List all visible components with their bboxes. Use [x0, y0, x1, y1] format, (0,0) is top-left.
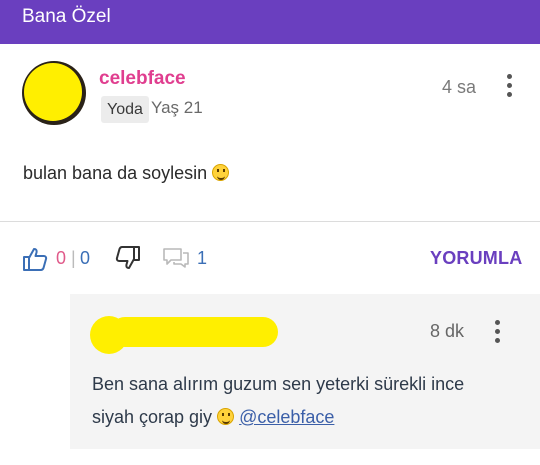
like-count: 0 [56, 248, 67, 268]
count-separator: | [71, 248, 76, 268]
smiling-face-icon [217, 408, 235, 425]
user-badge: Yoda [101, 96, 149, 123]
reply-body: Ben sana alırım guzum sen yeterki sürekl… [92, 368, 512, 434]
page-title: Bana Özel [22, 6, 111, 27]
avatar[interactable] [22, 61, 86, 125]
reply-timestamp: 8 dk [430, 321, 465, 341]
post-body: bulan bana da soylesin [23, 163, 230, 184]
reply-comment: 8 dk Ben sana alırım guzum sen yeterki s… [70, 294, 540, 449]
reply-more-icon[interactable] [495, 320, 501, 347]
post-text: bulan bana da soylesin [23, 163, 208, 183]
post-more-icon[interactable] [507, 74, 513, 101]
comment-icon[interactable] [162, 246, 190, 270]
reply-text-line2: siyah çorap giy [92, 407, 213, 427]
reply-username-redaction [110, 317, 278, 347]
reply-button[interactable]: YORUMLA [430, 248, 522, 269]
mention-link[interactable]: @celebface [239, 407, 334, 427]
avatar-redaction [24, 63, 82, 121]
top-bar: Bana Özel [0, 0, 540, 44]
action-bar: 0 | 0 1 YORUMLA [0, 222, 540, 294]
grinning-face-icon [212, 164, 230, 181]
post-timestamp: 4 sa [442, 77, 477, 97]
thumbs-up-icon[interactable] [22, 246, 48, 272]
post-card: celebface Yoda Yaş 21 4 sa bulan bana da… [0, 44, 540, 222]
post-username[interactable]: celebface [99, 68, 186, 90]
reply-text-line1: Ben sana alırım guzum sen yeterki sürekl… [92, 374, 465, 394]
dislike-count: 0 [80, 248, 91, 268]
user-age: Yaş 21 [151, 98, 203, 117]
comment-count: 1 [197, 248, 208, 268]
thumbs-down-icon[interactable] [115, 244, 141, 272]
